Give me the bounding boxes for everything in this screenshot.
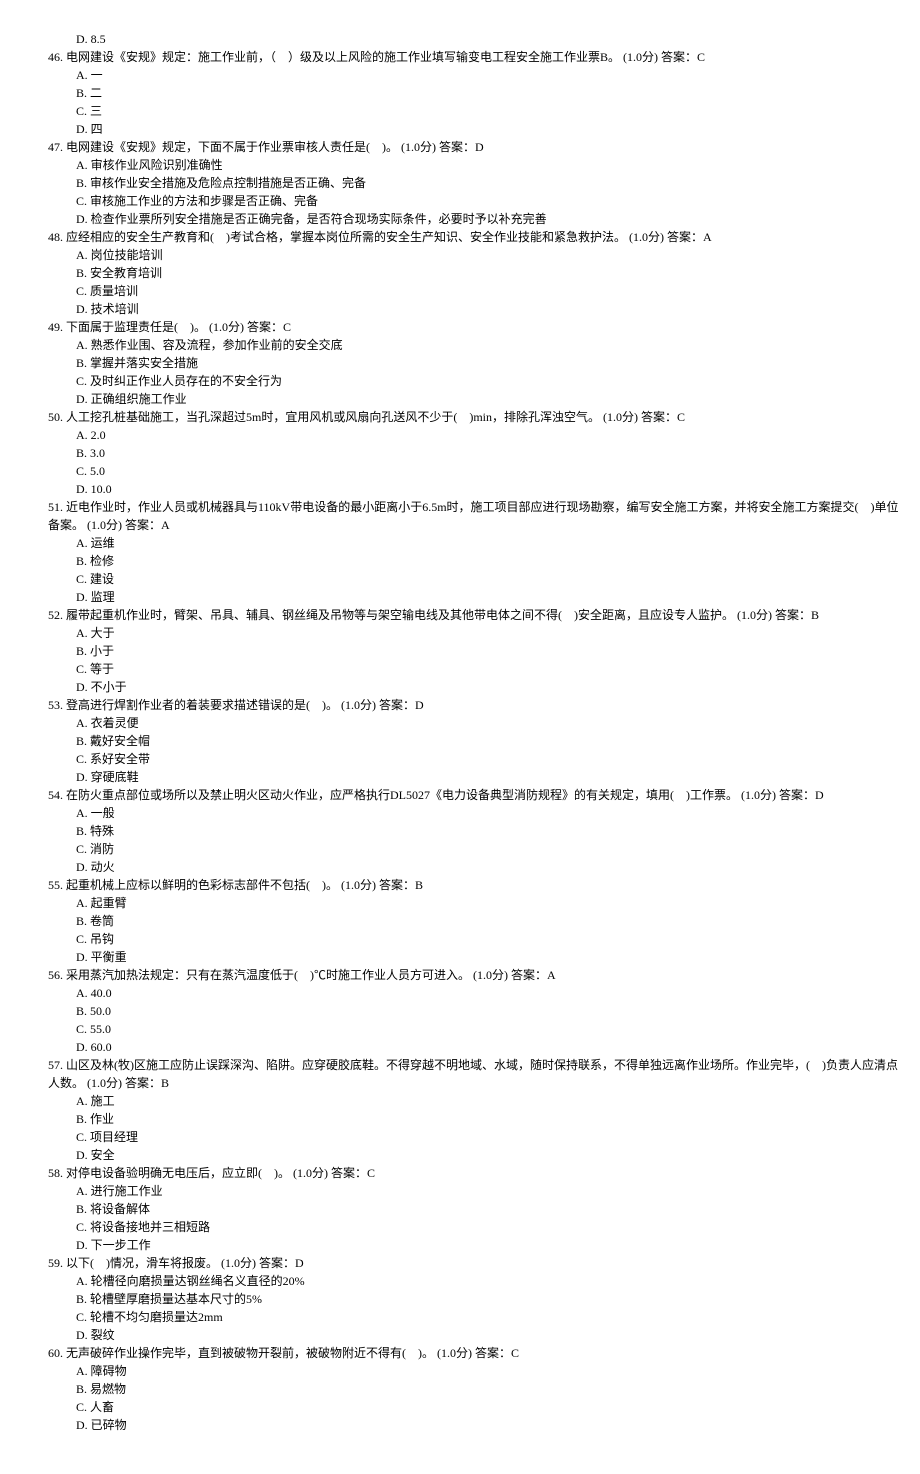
option-60-A: A. 障碍物: [20, 1362, 900, 1380]
option-55-B: B. 卷筒: [20, 912, 900, 930]
option-50-C: C. 5.0: [20, 462, 900, 480]
option-47-D: D. 检查作业票所列安全措施是否正确完备，是否符合现场实际条件，必要时予以补充完…: [20, 210, 900, 228]
option-53-A: A. 衣着灵便: [20, 714, 900, 732]
question-48: 48. 应经相应的安全生产教育和( )考试合格，掌握本岗位所需的安全生产知识、安…: [20, 228, 900, 246]
question-47: 47. 电网建设《安规》规定，下面不属于作业票审核人责任是( )。 (1.0分)…: [20, 138, 900, 156]
option-47-C: C. 审核施工作业的方法和步骤是否正确、完备: [20, 192, 900, 210]
option-57-A: A. 施工: [20, 1092, 900, 1110]
option-46-C: C. 三: [20, 102, 900, 120]
question-59: 59. 以下( )情况，滑车将报废。 (1.0分) 答案：D: [20, 1254, 900, 1272]
option-49-D: D. 正确组织施工作业: [20, 390, 900, 408]
option-48-B: B. 安全教育培训: [20, 264, 900, 282]
option-54-D: D. 动火: [20, 858, 900, 876]
question-51: 51. 近电作业时，作业人员或机械器具与110kV带电设备的最小距离小于6.5m…: [20, 498, 900, 534]
option-58-D: D. 下一步工作: [20, 1236, 900, 1254]
option-52-B: B. 小于: [20, 642, 900, 660]
option-60-B: B. 易燃物: [20, 1380, 900, 1398]
option-57-C: C. 项目经理: [20, 1128, 900, 1146]
question-57: 57. 山区及林(牧)区施工应防止误踩深沟、陷阱。应穿硬胶底鞋。不得穿越不明地域…: [20, 1056, 900, 1092]
option-53-B: B. 戴好安全帽: [20, 732, 900, 750]
option-53-C: C. 系好安全带: [20, 750, 900, 768]
option-50-B: B. 3.0: [20, 444, 900, 462]
option-55-A: A. 起重臂: [20, 894, 900, 912]
option-52-C: C. 等于: [20, 660, 900, 678]
option-47-A: A. 审核作业风险识别准确性: [20, 156, 900, 174]
option-52-D: D. 不小于: [20, 678, 900, 696]
question-56: 56. 采用蒸汽加热法规定：只有在蒸汽温度低于( )℃时施工作业人员方可进入。 …: [20, 966, 900, 984]
question-60: 60. 无声破碎作业操作完毕，直到被破物开裂前，被破物附近不得有( )。 (1.…: [20, 1344, 900, 1362]
option-stray: D. 8.5: [20, 30, 900, 48]
option-46-D: D. 四: [20, 120, 900, 138]
exam-content: D. 8.546. 电网建设《安规》规定：施工作业前，（ ）级及以上风险的施工作…: [20, 30, 900, 1434]
option-56-D: D. 60.0: [20, 1038, 900, 1056]
option-59-D: D. 裂纹: [20, 1326, 900, 1344]
option-59-C: C. 轮槽不均匀磨损量达2mm: [20, 1308, 900, 1326]
option-47-B: B. 审核作业安全措施及危险点控制措施是否正确、完备: [20, 174, 900, 192]
option-51-B: B. 检修: [20, 552, 900, 570]
option-54-A: A. 一般: [20, 804, 900, 822]
option-60-C: C. 人畜: [20, 1398, 900, 1416]
option-58-C: C. 将设备接地并三相短路: [20, 1218, 900, 1236]
option-57-B: B. 作业: [20, 1110, 900, 1128]
question-53: 53. 登高进行焊割作业者的着装要求描述错误的是( )。 (1.0分) 答案：D: [20, 696, 900, 714]
option-48-C: C. 质量培训: [20, 282, 900, 300]
question-46: 46. 电网建设《安规》规定：施工作业前，（ ）级及以上风险的施工作业填写输变电…: [20, 48, 900, 66]
option-55-D: D. 平衡重: [20, 948, 900, 966]
option-49-B: B. 掌握并落实安全措施: [20, 354, 900, 372]
question-58: 58. 对停电设备验明确无电压后，应立即( )。 (1.0分) 答案：C: [20, 1164, 900, 1182]
option-53-D: D. 穿硬底鞋: [20, 768, 900, 786]
option-48-A: A. 岗位技能培训: [20, 246, 900, 264]
option-51-D: D. 监理: [20, 588, 900, 606]
option-48-D: D. 技术培训: [20, 300, 900, 318]
question-54: 54. 在防火重点部位或场所以及禁止明火区动火作业，应严格执行DL5027《电力…: [20, 786, 900, 804]
option-49-A: A. 熟悉作业围、容及流程，参加作业前的安全交底: [20, 336, 900, 354]
question-50: 50. 人工挖孔桩基础施工，当孔深超过5m时，宜用风机或风扇向孔送风不少于( )…: [20, 408, 900, 426]
option-54-C: C. 消防: [20, 840, 900, 858]
option-57-D: D. 安全: [20, 1146, 900, 1164]
option-49-C: C. 及时纠正作业人员存在的不安全行为: [20, 372, 900, 390]
option-51-C: C. 建设: [20, 570, 900, 588]
option-58-B: B. 将设备解体: [20, 1200, 900, 1218]
option-54-B: B. 特殊: [20, 822, 900, 840]
question-49: 49. 下面属于监理责任是( )。 (1.0分) 答案：C: [20, 318, 900, 336]
option-55-C: C. 吊钩: [20, 930, 900, 948]
option-50-D: D. 10.0: [20, 480, 900, 498]
option-59-A: A. 轮槽径向磨损量达钢丝绳名义直径的20%: [20, 1272, 900, 1290]
question-55: 55. 起重机械上应标以鲜明的色彩标志部件不包括( )。 (1.0分) 答案：B: [20, 876, 900, 894]
option-56-C: C. 55.0: [20, 1020, 900, 1038]
option-46-A: A. 一: [20, 66, 900, 84]
option-46-B: B. 二: [20, 84, 900, 102]
option-59-B: B. 轮槽壁厚磨损量达基本尺寸的5%: [20, 1290, 900, 1308]
option-50-A: A. 2.0: [20, 426, 900, 444]
option-52-A: A. 大于: [20, 624, 900, 642]
option-58-A: A. 进行施工作业: [20, 1182, 900, 1200]
option-60-D: D. 已碎物: [20, 1416, 900, 1434]
question-52: 52. 履带起重机作业时，臂架、吊具、辅具、钢丝绳及吊物等与架空输电线及其他带电…: [20, 606, 900, 624]
option-51-A: A. 运维: [20, 534, 900, 552]
option-56-A: A. 40.0: [20, 984, 900, 1002]
option-56-B: B. 50.0: [20, 1002, 900, 1020]
